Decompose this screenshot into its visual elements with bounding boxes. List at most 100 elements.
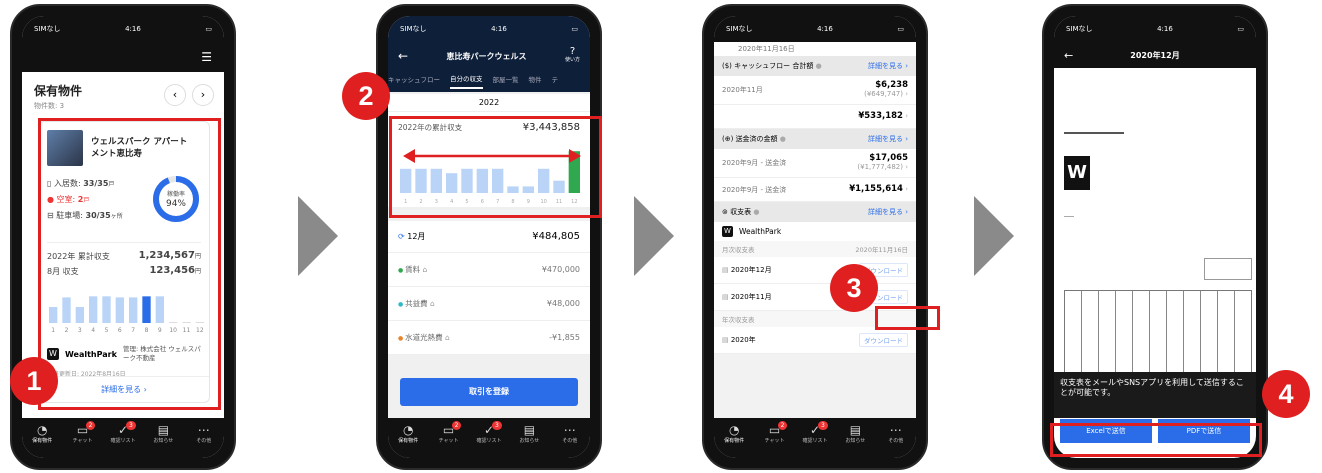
doc-line xyxy=(1064,216,1074,217)
detail-tab[interactable]: テ xyxy=(552,74,559,88)
amount-row[interactable]: 2020年9月 - 送金済 ¥1,155,614 › xyxy=(714,178,916,202)
statement-title: 収支表 xyxy=(730,208,752,216)
range-arrow-icon xyxy=(403,148,581,163)
detail-tab[interactable]: 物件 xyxy=(529,74,542,88)
help-icon: ? xyxy=(569,46,576,57)
tab-label: お知らせ xyxy=(153,438,174,444)
detail-tab[interactable]: キャッシュフロー xyxy=(388,74,440,88)
header-area: 保有物件 物件数: 3 ‹ › xyxy=(22,72,224,115)
tab-icon: ⋯ xyxy=(197,423,210,437)
month-row[interactable]: ⟳ 12月 ¥484,805 xyxy=(388,221,590,253)
chevron-right-icon: › xyxy=(902,112,908,120)
amount-sub: (¥649,747) xyxy=(864,90,903,98)
pdf-document: W xyxy=(1054,68,1256,398)
section-detail-link[interactable]: 詳細を見る › xyxy=(868,61,908,71)
lock-icon: ⌂ xyxy=(442,333,450,342)
status-bar: SIMなし 4:16 ▭ xyxy=(22,16,224,42)
document-title: 2020年12月 xyxy=(1130,50,1180,60)
highlight-box-4 xyxy=(1050,423,1262,457)
tab-item[interactable]: ▭ チャット 2 xyxy=(432,421,466,444)
report-row: ▤ 2020年12月 ダウンロード xyxy=(714,257,916,284)
tab-item[interactable]: ▤ お知らせ xyxy=(146,423,180,444)
section-header: ($) キャッシュフロー 合計額 ● 詳細を見る › xyxy=(714,56,916,76)
tab-item[interactable]: ⋯ その他 xyxy=(879,423,913,444)
screen-reports: SIMなし 4:16 ▭ 2020年11月16日 ($) キャッシュフロー 合計… xyxy=(714,16,916,458)
tab-item[interactable]: ✓ 確認リスト 3 xyxy=(472,421,506,444)
chevron-right-icon: › xyxy=(902,90,908,98)
brand-name: WealthPark xyxy=(739,227,782,236)
info-icon: ● xyxy=(753,208,760,216)
amount-row[interactable]: 2020年9月 - 送金済 $17,065 (¥1,777,482) › xyxy=(714,149,916,178)
status-bar: SIMなし 4:16 ▭ xyxy=(1054,16,1256,42)
yearly-list: ▤ 2020年 ダウンロード xyxy=(714,327,916,354)
doc-info-block xyxy=(1204,258,1252,280)
month-label: 12月 xyxy=(407,232,426,241)
tab-item[interactable]: ▤ お知らせ xyxy=(838,423,872,444)
statement-detail-link[interactable]: 詳細を見る › xyxy=(868,207,908,217)
highlight-box-3 xyxy=(875,306,940,330)
amount-value: $6,238 xyxy=(875,80,908,90)
amount-value-wrap: $6,238 (¥649,747) › xyxy=(864,81,908,99)
time-label: 4:16 xyxy=(125,25,141,33)
tab-badge: 3 xyxy=(817,421,828,430)
tab-label: お知らせ xyxy=(519,438,540,444)
tab-label: 確認リスト xyxy=(476,438,502,444)
next-button[interactable]: › xyxy=(192,84,214,106)
report-label: 2020年12月 xyxy=(730,266,772,274)
monthly-label: 月次収支表 xyxy=(722,246,755,254)
tab-item[interactable]: ▭ チャット 2 xyxy=(66,421,100,444)
document-icon: ▤ xyxy=(722,266,731,274)
item-label: 水道光熱費 xyxy=(405,333,443,342)
highlight-box-2 xyxy=(389,116,602,218)
screen-pdf-preview: SIMなし 4:16 ▭ ← 2020年12月 W 収支表をメールやSNSアプリ… xyxy=(1054,16,1256,458)
status-bar: SIMなし 4:16 ▭ xyxy=(714,16,916,42)
tab-item[interactable]: ▭ チャット 2 xyxy=(758,421,792,444)
arrow-2-icon xyxy=(634,196,674,276)
battery-icon: ▭ xyxy=(897,25,904,33)
pager: ‹ › xyxy=(164,84,214,106)
download-button[interactable]: ダウンロード xyxy=(859,333,908,347)
breakdown-item[interactable]: ● 共益費 ⌂ ¥48,000 xyxy=(388,287,590,321)
tab-item[interactable]: ◔ 保有物件 xyxy=(391,423,425,444)
tab-item[interactable]: ◔ 保有物件 xyxy=(717,423,751,444)
statement-body: W WealthPark 月次収支表 2020年11月16日 ▤ 2020年12… xyxy=(714,222,916,354)
breakdown-item[interactable]: ● 賃料 ⌂ ¥470,000 xyxy=(388,253,590,287)
item-value: -¥1,855 xyxy=(549,333,580,342)
amount-row[interactable]: 2020年11月 $6,238 (¥649,747) › xyxy=(714,76,916,105)
filter-icon[interactable]: ☰ xyxy=(201,50,212,64)
detail-tab[interactable]: 自分の収支 xyxy=(450,73,483,89)
tab-item[interactable]: ✓ 確認リスト 3 xyxy=(798,421,832,444)
help-button[interactable]: ? 使い方 xyxy=(565,46,580,64)
tab-item[interactable]: ⋯ その他 xyxy=(187,423,221,444)
item-left: ● 賃料 ⌂ xyxy=(398,264,427,275)
nav-bar: ← 恵比寿パークウェルス ? 使い方 xyxy=(388,42,590,70)
register-button[interactable]: 取引を登録 xyxy=(400,378,578,406)
arrow-3-icon xyxy=(974,196,1014,276)
amount-label: 2020年9月 - 送金済 xyxy=(722,185,787,194)
breakdown-list: ● 賃料 ⌂ ¥470,000 ● 共益費 ⌂ ¥48,000 ● 水道光熱費 ⌂ -¥1… xyxy=(388,253,590,355)
report-label: 2020年 xyxy=(730,336,756,344)
lock-icon: ⌂ xyxy=(420,265,428,274)
tab-item[interactable]: ✓ 確認リスト 3 xyxy=(106,421,140,444)
phone-3: SIMなし 4:16 ▭ 2020年11月16日 ($) キャッシュフロー 合計… xyxy=(702,4,928,470)
bottom-tab-bar: ◔ 保有物件 ▭ チャット 2 ✓ 確認リスト 3 ▤ お知らせ ⋯ その他 xyxy=(388,418,590,458)
tab-item[interactable]: ⋯ その他 xyxy=(553,423,587,444)
tab-badge: 3 xyxy=(491,421,502,430)
tab-item[interactable]: ◔ 保有物件 xyxy=(25,423,59,444)
detail-tab[interactable]: 部屋一覧 xyxy=(493,74,519,88)
step-2-badge: 2 xyxy=(342,72,390,120)
tab-icon: ◔ xyxy=(402,423,414,437)
tab-item[interactable]: ▤ お知らせ xyxy=(512,423,546,444)
tab-icon: ◔ xyxy=(728,423,740,437)
register-button-label: 取引を登録 xyxy=(469,387,509,396)
prev-button[interactable]: ‹ xyxy=(164,84,186,106)
phone-4: SIMなし 4:16 ▭ ← 2020年12月 W 収支表をメールやSNSアプリ… xyxy=(1042,4,1268,470)
battery-icon: ▭ xyxy=(571,25,578,33)
arrow-1-icon xyxy=(298,196,338,276)
section-detail-link[interactable]: 詳細を見る › xyxy=(868,134,908,144)
item-value: ¥470,000 xyxy=(541,265,580,274)
breakdown-item[interactable]: ● 水道光熱費 ⌂ -¥1,855 xyxy=(388,321,590,355)
time-label: 4:16 xyxy=(491,25,507,33)
amount-row[interactable]: ¥533,182 › xyxy=(714,105,916,129)
back-arrow-icon[interactable]: ← xyxy=(398,49,408,63)
